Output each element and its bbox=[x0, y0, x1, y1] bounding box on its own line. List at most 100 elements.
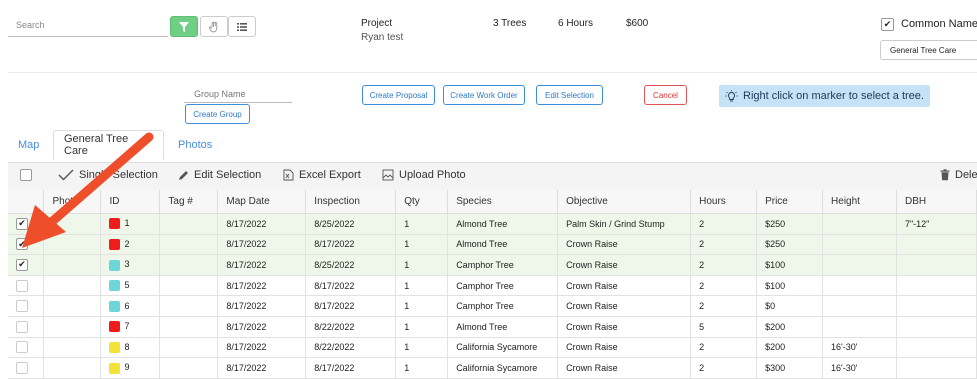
cell-qty: 1 bbox=[395, 295, 449, 317]
list-view-button[interactable] bbox=[228, 16, 256, 37]
cell-objective: Crown Raise bbox=[557, 254, 692, 276]
row-checkbox[interactable]: ✔ bbox=[16, 238, 28, 251]
single-selection-button[interactable]: Single Selection bbox=[58, 169, 158, 181]
cell-dbh bbox=[896, 295, 977, 317]
excel-icon bbox=[283, 169, 294, 181]
row-checkbox[interactable] bbox=[16, 279, 28, 292]
tree-color-swatch bbox=[109, 280, 121, 292]
trash-icon bbox=[940, 169, 950, 181]
table-row[interactable]: 7 8/17/2022 8/22/2022 1 Almond Tree Crown Rai… bbox=[8, 316, 977, 338]
row-select-cell bbox=[8, 316, 45, 338]
toolbar-edit-selection-button[interactable]: Edit Selection bbox=[178, 169, 261, 181]
cell-hours: 2 bbox=[690, 213, 758, 235]
cell-height bbox=[822, 234, 897, 256]
select-hand-button[interactable] bbox=[200, 16, 228, 37]
col-inspection[interactable]: Inspection bbox=[305, 190, 397, 214]
search-input[interactable] bbox=[8, 13, 168, 37]
edit-selection-button[interactable]: Edit Selection bbox=[536, 85, 603, 105]
cell-tag bbox=[159, 275, 219, 297]
col-hours[interactable]: Hours bbox=[690, 190, 758, 214]
tree-color-swatch bbox=[109, 362, 121, 374]
cell-map-date: 8/17/2022 bbox=[217, 275, 307, 297]
col-tag[interactable]: Tag # bbox=[159, 190, 219, 214]
table-row[interactable]: ✔ 2 8/17/2022 8/17/2022 1 Almond Tree Crown Ra… bbox=[8, 234, 977, 256]
project-hours: 6 Hours bbox=[558, 18, 594, 29]
hint-text: Right click on marker to select a tree. bbox=[743, 90, 924, 102]
common-name-label: Common Name bbox=[901, 18, 977, 30]
cell-inspection: 8/17/2022 bbox=[305, 275, 397, 297]
create-work-order-button[interactable]: Create Work Order bbox=[443, 85, 525, 105]
cell-hours: 2 bbox=[690, 357, 758, 379]
create-group-button[interactable]: Create Group bbox=[185, 104, 250, 124]
table-row[interactable]: 5 8/17/2022 8/17/2022 1 Camphor Tree Crown Ra… bbox=[8, 275, 977, 297]
cell-id: 8 bbox=[100, 337, 161, 359]
cell-qty: 1 bbox=[395, 254, 449, 276]
tree-id: 1 bbox=[124, 218, 130, 229]
filter-button[interactable] bbox=[170, 16, 198, 37]
tree-id: 8 bbox=[124, 341, 130, 352]
col-map-date[interactable]: Map Date bbox=[217, 190, 307, 214]
checkmark-icon bbox=[58, 169, 74, 181]
upload-photo-label: Upload Photo bbox=[399, 169, 466, 181]
cell-price: $200 bbox=[756, 337, 824, 359]
table-row[interactable]: 9 8/17/2022 8/17/2022 1 California Sycamore C… bbox=[8, 357, 977, 379]
project-price: $600 bbox=[626, 18, 649, 29]
table-row[interactable]: ✔ 1 8/17/2022 8/25/2022 1 Almond Tree Palm Ski… bbox=[8, 213, 977, 235]
col-photo[interactable]: Photo bbox=[43, 190, 102, 214]
group-name-input[interactable]: Group Name bbox=[184, 85, 292, 103]
table-row[interactable]: 6 8/17/2022 8/17/2022 1 Camphor Tree Crown Ra… bbox=[8, 295, 977, 317]
upload-photo-button[interactable]: Upload Photo bbox=[382, 169, 466, 181]
hand-icon bbox=[209, 21, 218, 32]
cell-tag bbox=[159, 213, 219, 235]
row-checkbox[interactable] bbox=[16, 361, 28, 374]
tab-map[interactable]: Map bbox=[18, 130, 39, 160]
cell-photo bbox=[43, 254, 102, 276]
col-height[interactable]: Height bbox=[822, 190, 897, 214]
row-checkbox[interactable]: ✔ bbox=[16, 258, 28, 271]
cell-map-date: 8/17/2022 bbox=[217, 295, 307, 317]
cell-photo bbox=[43, 337, 102, 359]
cell-hours: 2 bbox=[690, 295, 758, 317]
row-checkbox[interactable] bbox=[16, 300, 28, 313]
cell-dbh bbox=[896, 234, 977, 256]
tree-color-swatch bbox=[109, 218, 121, 230]
cell-qty: 1 bbox=[395, 234, 449, 256]
tree-id: 9 bbox=[124, 362, 130, 373]
row-checkbox[interactable] bbox=[16, 320, 28, 333]
common-name-checkbox[interactable]: ✔ bbox=[881, 18, 894, 31]
common-name-dropdown[interactable]: General Tree Care bbox=[880, 40, 977, 60]
cell-objective: Palm Skin / Grind Stump bbox=[557, 213, 692, 235]
col-species[interactable]: Species bbox=[447, 190, 559, 214]
excel-export-button[interactable]: Excel Export bbox=[283, 169, 361, 181]
tab-photos[interactable]: Photos bbox=[178, 130, 212, 160]
table-row[interactable]: 8 8/17/2022 8/22/2022 1 California Sycamore C… bbox=[8, 337, 977, 359]
cell-photo bbox=[43, 234, 102, 256]
project-name: Ryan test bbox=[361, 32, 404, 43]
table-row[interactable]: ✔ 3 8/17/2022 8/25/2022 1 Camphor Tree Crown R… bbox=[8, 254, 977, 276]
cell-map-date: 8/17/2022 bbox=[217, 234, 307, 256]
row-checkbox[interactable] bbox=[16, 341, 28, 354]
cell-qty: 1 bbox=[395, 337, 449, 359]
cell-photo bbox=[43, 213, 102, 235]
col-qty[interactable]: Qty bbox=[395, 190, 449, 214]
single-selection-label: Single Selection bbox=[79, 169, 158, 181]
col-price[interactable]: Price bbox=[756, 190, 824, 214]
cell-price: $300 bbox=[756, 357, 824, 379]
cell-height bbox=[822, 275, 897, 297]
row-checkbox[interactable]: ✔ bbox=[16, 217, 28, 230]
cell-hours: 2 bbox=[690, 337, 758, 359]
tab-general-tree-care[interactable]: General Tree Care bbox=[53, 130, 164, 160]
col-id[interactable]: ID bbox=[100, 190, 161, 214]
tree-id: 6 bbox=[124, 300, 130, 311]
row-select-cell bbox=[8, 337, 45, 359]
col-dbh[interactable]: DBH bbox=[896, 190, 977, 214]
cell-species: Almond Tree bbox=[447, 234, 559, 256]
cell-height: 16'-30' bbox=[822, 337, 897, 359]
create-proposal-button[interactable]: Create Proposal bbox=[362, 85, 435, 105]
col-objective[interactable]: Objective bbox=[557, 190, 692, 214]
delete-button[interactable]: Dele bbox=[940, 169, 977, 181]
cell-qty: 1 bbox=[395, 357, 449, 379]
row-select-cell bbox=[8, 295, 45, 317]
cancel-button[interactable]: Cancel bbox=[644, 85, 687, 105]
select-all-checkbox[interactable] bbox=[20, 169, 32, 181]
